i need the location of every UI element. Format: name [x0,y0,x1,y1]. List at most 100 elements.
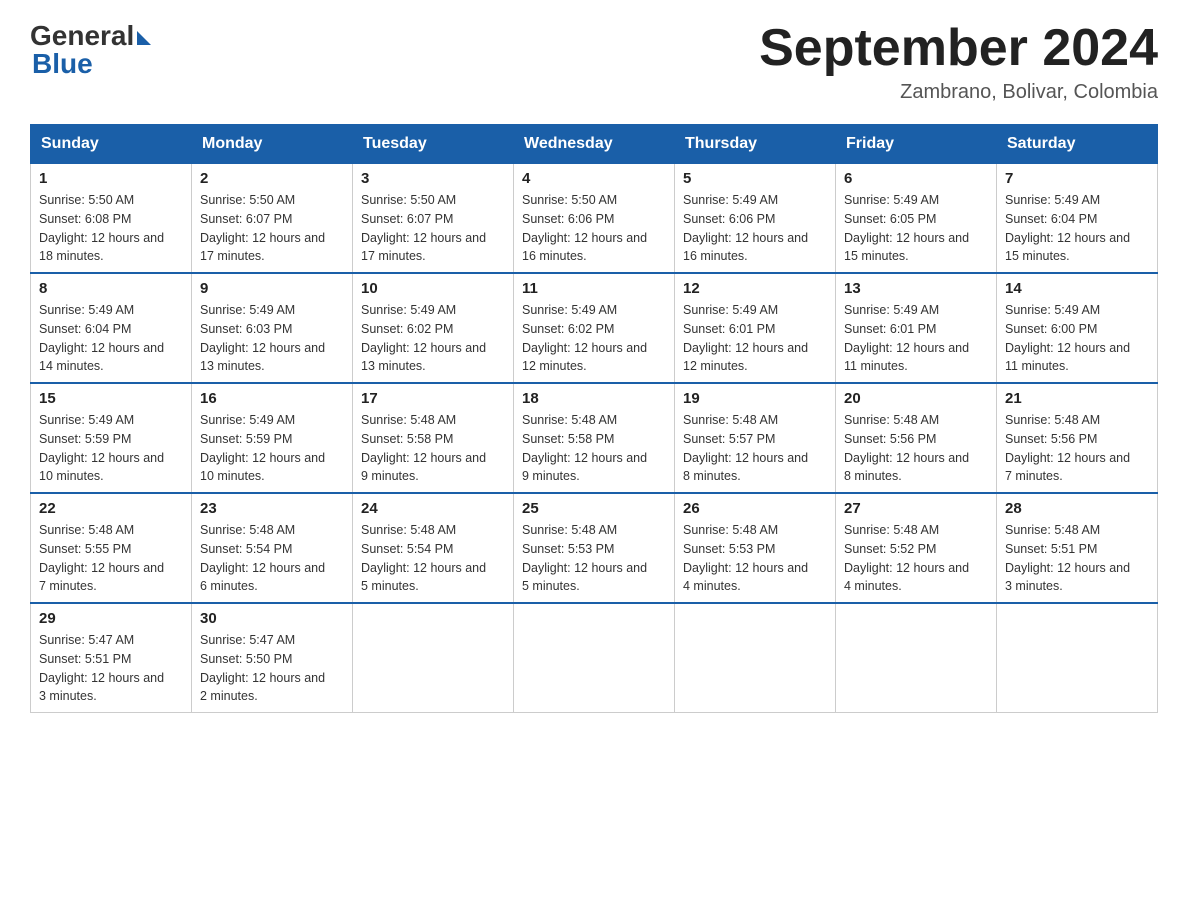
day-number: 5 [683,170,827,187]
day-info: Sunrise: 5:49 AMSunset: 6:01 PMDaylight:… [683,301,827,376]
day-info: Sunrise: 5:48 AMSunset: 5:52 PMDaylight:… [844,521,988,596]
month-title: September 2024 [759,20,1158,77]
calendar-day-cell: 3Sunrise: 5:50 AMSunset: 6:07 PMDaylight… [353,164,514,274]
day-info: Sunrise: 5:48 AMSunset: 5:58 PMDaylight:… [522,411,666,486]
calendar-day-cell: 1 Sunrise: 5:50 AMSunset: 6:08 PMDaylight… [31,164,192,274]
calendar-day-cell [836,603,997,713]
day-number: 29 [39,610,183,627]
calendar-day-cell: 24Sunrise: 5:48 AMSunset: 5:54 PMDayligh… [353,493,514,603]
day-info: Sunrise: 5:49 AMSunset: 6:02 PMDaylight:… [522,301,666,376]
day-number: 12 [683,280,827,297]
day-info: Sunrise: 5:49 AMSunset: 6:02 PMDaylight:… [361,301,505,376]
day-number: 3 [361,170,505,187]
calendar-day-cell: 16 Sunrise: 5:49 AMSunset: 5:59 PMDayligh… [192,383,353,493]
day-info: Sunrise: 5:48 AMSunset: 5:56 PMDaylight:… [1005,411,1149,486]
calendar-day-cell: 4 Sunrise: 5:50 AMSunset: 6:06 PMDaylight… [514,164,675,274]
day-number: 7 [1005,170,1149,187]
day-number: 10 [361,280,505,297]
calendar-day-cell: 12 Sunrise: 5:49 AMSunset: 6:01 PMDayligh… [675,273,836,383]
calendar-day-cell: 22 Sunrise: 5:48 AMSunset: 5:55 PMDayligh… [31,493,192,603]
day-info: Sunrise: 5:48 AMSunset: 5:56 PMDaylight:… [844,411,988,486]
logo: General Blue [30,20,151,80]
day-number: 17 [361,390,505,407]
day-info: Sunrise: 5:50 AMSunset: 6:08 PMDaylight:… [39,191,183,266]
day-info: Sunrise: 5:50 AMSunset: 6:06 PMDaylight:… [522,191,666,266]
calendar-day-cell: 9Sunrise: 5:49 AMSunset: 6:03 PMDaylight… [192,273,353,383]
day-info: Sunrise: 5:49 AMSunset: 5:59 PMDaylight:… [200,411,344,486]
calendar-header-friday: Friday [836,125,997,164]
calendar-day-cell [997,603,1158,713]
day-info: Sunrise: 5:48 AMSunset: 5:53 PMDaylight:… [522,521,666,596]
day-number: 16 [200,390,344,407]
calendar-day-cell [353,603,514,713]
calendar-day-cell: 8Sunrise: 5:49 AMSunset: 6:04 PMDaylight… [31,273,192,383]
day-info: Sunrise: 5:49 AMSunset: 6:04 PMDaylight:… [39,301,183,376]
calendar-day-cell: 19Sunrise: 5:48 AMSunset: 5:57 PMDayligh… [675,383,836,493]
calendar-day-cell: 6Sunrise: 5:49 AMSunset: 6:05 PMDaylight… [836,164,997,274]
calendar-day-cell: 11 Sunrise: 5:49 AMSunset: 6:02 PMDayligh… [514,273,675,383]
day-number: 26 [683,500,827,517]
calendar-day-cell: 29 Sunrise: 5:47 AMSunset: 5:51 PMDayligh… [31,603,192,713]
day-info: Sunrise: 5:49 AMSunset: 6:06 PMDaylight:… [683,191,827,266]
day-info: Sunrise: 5:49 AMSunset: 6:03 PMDaylight:… [200,301,344,376]
day-number: 21 [1005,390,1149,407]
calendar-day-cell: 15 Sunrise: 5:49 AMSunset: 5:59 PMDayligh… [31,383,192,493]
day-info: Sunrise: 5:47 AMSunset: 5:50 PMDaylight:… [200,631,344,706]
title-section: September 2024 Zambrano, Bolivar, Colomb… [759,20,1158,104]
calendar-week-row: 29 Sunrise: 5:47 AMSunset: 5:51 PMDayligh… [31,603,1158,713]
day-number: 30 [200,610,344,627]
calendar-week-row: 1 Sunrise: 5:50 AMSunset: 6:08 PMDaylight… [31,164,1158,274]
calendar-header-sunday: Sunday [31,125,192,164]
day-number: 14 [1005,280,1149,297]
calendar-day-cell: 2 Sunrise: 5:50 AMSunset: 6:07 PMDaylight… [192,164,353,274]
day-info: Sunrise: 5:49 AMSunset: 6:01 PMDaylight:… [844,301,988,376]
calendar-week-row: 15 Sunrise: 5:49 AMSunset: 5:59 PMDayligh… [31,383,1158,493]
calendar-header-monday: Monday [192,125,353,164]
calendar-day-cell [675,603,836,713]
day-info: Sunrise: 5:48 AMSunset: 5:51 PMDaylight:… [1005,521,1149,596]
calendar-day-cell: 18Sunrise: 5:48 AMSunset: 5:58 PMDayligh… [514,383,675,493]
calendar-header-thursday: Thursday [675,125,836,164]
day-number: 23 [200,500,344,517]
day-number: 1 [39,170,183,187]
day-number: 20 [844,390,988,407]
day-info: Sunrise: 5:48 AMSunset: 5:54 PMDaylight:… [200,521,344,596]
day-info: Sunrise: 5:49 AMSunset: 5:59 PMDaylight:… [39,411,183,486]
calendar-day-cell: 27 Sunrise: 5:48 AMSunset: 5:52 PMDayligh… [836,493,997,603]
day-number: 27 [844,500,988,517]
day-info: Sunrise: 5:50 AMSunset: 6:07 PMDaylight:… [200,191,344,266]
calendar-header-saturday: Saturday [997,125,1158,164]
location-text: Zambrano, Bolivar, Colombia [759,81,1158,104]
day-number: 15 [39,390,183,407]
calendar-day-cell: 13Sunrise: 5:49 AMSunset: 6:01 PMDayligh… [836,273,997,383]
calendar-day-cell: 7 Sunrise: 5:49 AMSunset: 6:04 PMDaylight… [997,164,1158,274]
day-number: 22 [39,500,183,517]
day-info: Sunrise: 5:48 AMSunset: 5:53 PMDaylight:… [683,521,827,596]
day-info: Sunrise: 5:48 AMSunset: 5:55 PMDaylight:… [39,521,183,596]
calendar-day-cell: 26 Sunrise: 5:48 AMSunset: 5:53 PMDayligh… [675,493,836,603]
logo-arrow-icon [137,31,151,45]
page-header: General Blue September 2024 Zambrano, Bo… [30,20,1158,104]
calendar-table: SundayMondayTuesdayWednesdayThursdayFrid… [30,124,1158,713]
calendar-day-cell: 23 Sunrise: 5:48 AMSunset: 5:54 PMDayligh… [192,493,353,603]
calendar-day-cell [514,603,675,713]
calendar-day-cell: 28 Sunrise: 5:48 AMSunset: 5:51 PMDayligh… [997,493,1158,603]
day-number: 28 [1005,500,1149,517]
day-number: 6 [844,170,988,187]
calendar-header-wednesday: Wednesday [514,125,675,164]
calendar-day-cell: 20 Sunrise: 5:48 AMSunset: 5:56 PMDayligh… [836,383,997,493]
day-number: 24 [361,500,505,517]
calendar-header-tuesday: Tuesday [353,125,514,164]
day-number: 2 [200,170,344,187]
logo-blue-text: Blue [30,48,93,80]
calendar-week-row: 8Sunrise: 5:49 AMSunset: 6:04 PMDaylight… [31,273,1158,383]
day-info: Sunrise: 5:47 AMSunset: 5:51 PMDaylight:… [39,631,183,706]
day-info: Sunrise: 5:49 AMSunset: 6:04 PMDaylight:… [1005,191,1149,266]
day-number: 11 [522,280,666,297]
day-number: 19 [683,390,827,407]
calendar-day-cell: 10 Sunrise: 5:49 AMSunset: 6:02 PMDayligh… [353,273,514,383]
calendar-day-cell: 17Sunrise: 5:48 AMSunset: 5:58 PMDayligh… [353,383,514,493]
calendar-day-cell: 30 Sunrise: 5:47 AMSunset: 5:50 PMDayligh… [192,603,353,713]
calendar-day-cell: 5 Sunrise: 5:49 AMSunset: 6:06 PMDaylight… [675,164,836,274]
day-number: 4 [522,170,666,187]
